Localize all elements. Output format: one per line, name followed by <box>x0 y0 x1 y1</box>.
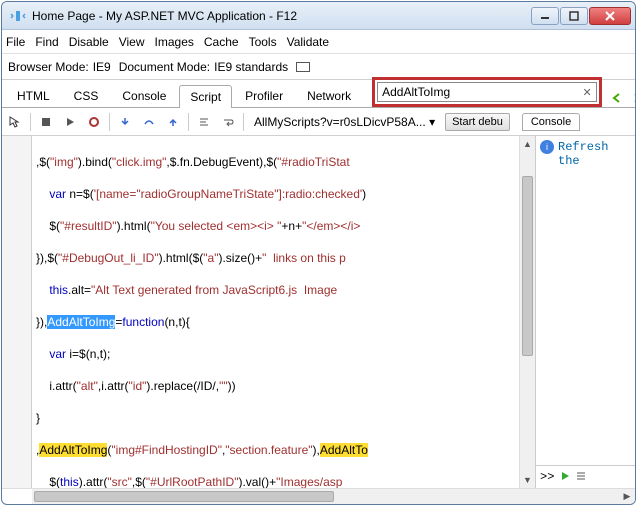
step-into-icon[interactable] <box>116 113 134 131</box>
window-title: Home Page - My ASP.NET MVC Application -… <box>30 9 531 23</box>
browser-mode-label: Browser Mode: <box>8 60 89 74</box>
search-input[interactable] <box>378 85 578 99</box>
menu-validate[interactable]: Validate <box>287 35 329 49</box>
main-area: ,$("img").bind("click.img",$.fn.DebugEve… <box>2 136 635 488</box>
tab-script[interactable]: Script <box>179 85 232 108</box>
tab-css[interactable]: CSS <box>63 84 110 107</box>
stop-icon[interactable] <box>37 113 55 131</box>
next-result-icon[interactable] <box>628 89 636 107</box>
scroll-up-icon[interactable]: ▲ <box>520 136 535 152</box>
pin-icon[interactable] <box>296 62 310 72</box>
app-icon <box>10 8 26 24</box>
hscroll-thumb[interactable] <box>34 491 334 502</box>
word-wrap-icon[interactable] <box>219 113 237 131</box>
tab-html[interactable]: HTML <box>6 84 61 107</box>
horizontal-scrollbar[interactable]: ◀ ▶ <box>32 489 635 504</box>
window: Home Page - My ASP.NET MVC Application -… <box>1 1 636 505</box>
console-panel-tab[interactable]: Console <box>522 113 580 131</box>
tab-console[interactable]: Console <box>111 84 177 107</box>
info-icon: i <box>540 140 554 154</box>
title-bar: Home Page - My ASP.NET MVC Application -… <box>2 2 635 30</box>
search-hit: AddAltTo <box>320 443 368 457</box>
scroll-down-icon[interactable]: ▼ <box>520 472 535 488</box>
document-mode-value[interactable]: IE9 standards <box>214 60 288 74</box>
code-editor[interactable]: ,$("img").bind("click.img",$.fn.DebugEve… <box>32 136 519 488</box>
maximize-button[interactable] <box>560 7 588 25</box>
tab-profiler[interactable]: Profiler <box>234 84 294 107</box>
menu-bar: File Find Disable View Images Cache Tool… <box>2 30 635 54</box>
console-prompt[interactable]: >> <box>540 470 554 484</box>
start-debugging-button[interactable]: Start debu <box>445 113 510 131</box>
scroll-right-icon[interactable]: ▶ <box>619 489 635 504</box>
run-icon[interactable] <box>560 470 570 484</box>
search-highlight: ✕ <box>372 77 602 107</box>
step-over-icon[interactable] <box>140 113 158 131</box>
minimize-button[interactable] <box>531 7 559 25</box>
browser-mode-value[interactable]: IE9 <box>93 60 111 74</box>
line-gutter <box>2 136 32 488</box>
document-mode-label: Document Mode: <box>119 60 210 74</box>
select-element-icon[interactable] <box>6 113 24 131</box>
play-icon[interactable] <box>61 113 79 131</box>
menu-view[interactable]: View <box>119 35 145 49</box>
format-icon[interactable] <box>195 113 213 131</box>
multiline-icon[interactable] <box>576 470 586 484</box>
script-selector[interactable]: AllMyScripts?v=r0sLDicvP58A... ▾ <box>250 115 439 129</box>
console-panel: i Refresh the >> <box>535 136 635 488</box>
scroll-thumb[interactable] <box>522 176 533 356</box>
menu-cache[interactable]: Cache <box>204 35 239 49</box>
close-button[interactable] <box>589 7 631 25</box>
script-toolbar: AllMyScripts?v=r0sLDicvP58A... ▾ Start d… <box>2 108 635 136</box>
search-hit-current: AddAltToImg <box>47 315 115 329</box>
step-out-icon[interactable] <box>164 113 182 131</box>
menu-images[interactable]: Images <box>155 35 194 49</box>
menu-find[interactable]: Find <box>35 35 58 49</box>
search-box: ✕ <box>377 82 597 102</box>
menu-tools[interactable]: Tools <box>249 35 277 49</box>
bottom-scroll-row: ◀ ▶ <box>2 488 635 504</box>
refresh-message: Refresh the <box>558 140 631 168</box>
tab-network[interactable]: Network <box>296 84 362 107</box>
break-icon[interactable] <box>85 113 103 131</box>
menu-disable[interactable]: Disable <box>69 35 109 49</box>
clear-search-icon[interactable]: ✕ <box>578 83 596 101</box>
tab-bar: HTML CSS Console Script Profiler Network… <box>2 80 635 108</box>
search-hit: AddAltToImg <box>39 443 107 457</box>
vertical-scrollbar[interactable]: ▲ ▼ <box>519 136 535 488</box>
prev-result-icon[interactable] <box>608 89 626 107</box>
menu-file[interactable]: File <box>6 35 25 49</box>
